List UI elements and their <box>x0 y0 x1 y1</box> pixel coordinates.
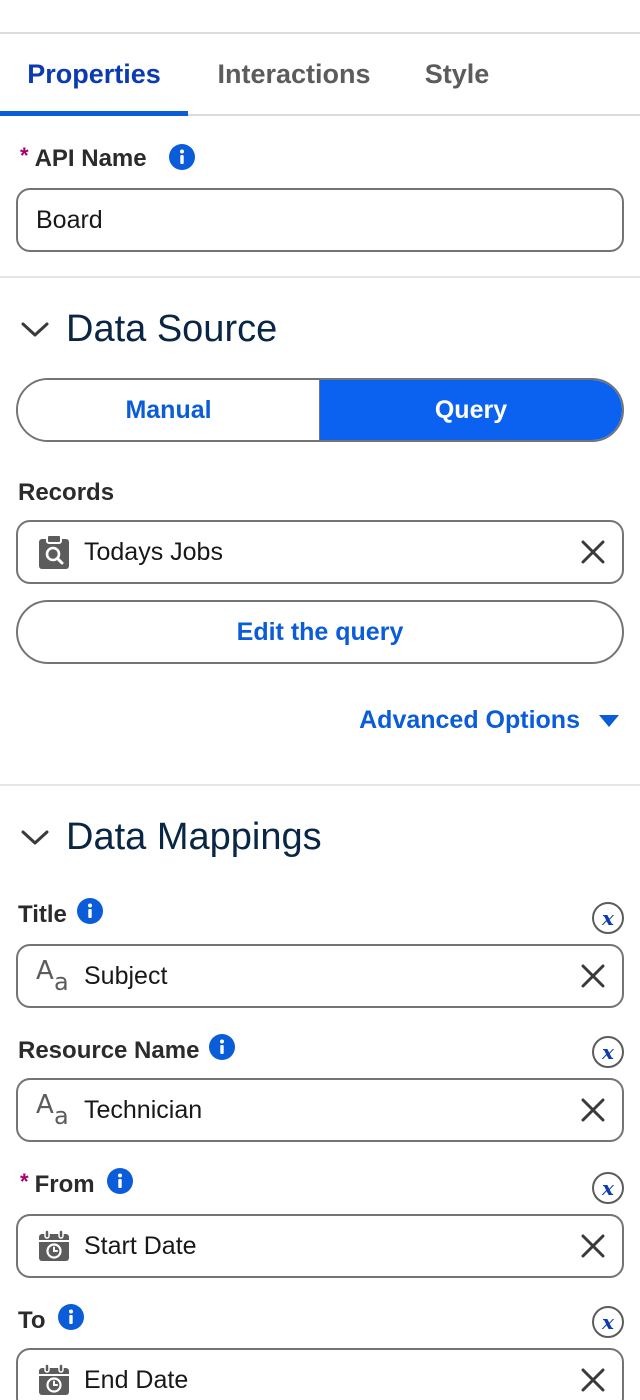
required-marker: * <box>20 1169 29 1194</box>
formula-icon[interactable]: x <box>592 1036 624 1068</box>
title-label: Title <box>18 898 103 932</box>
active-tab-indicator <box>0 111 188 116</box>
section-divider <box>0 276 640 278</box>
data-mappings-header[interactable]: Data Mappings <box>20 814 322 860</box>
formula-icon[interactable]: x <box>592 1306 624 1338</box>
clear-icon[interactable] <box>580 1097 606 1123</box>
text-icon: Aa <box>36 1090 69 1130</box>
resource-name-label: Resource Name <box>18 1034 236 1068</box>
datetime-icon <box>30 1363 78 1397</box>
formula-icon[interactable]: x <box>592 902 624 934</box>
required-marker: * <box>20 143 29 168</box>
info-icon[interactable] <box>106 1168 133 1194</box>
clear-icon[interactable] <box>580 1367 606 1393</box>
manual-button[interactable]: Manual <box>18 380 320 440</box>
section-divider <box>0 784 640 786</box>
advanced-options-link[interactable]: Advanced Options <box>359 706 620 735</box>
clear-icon[interactable] <box>580 963 606 989</box>
info-icon[interactable] <box>209 1034 236 1060</box>
info-icon[interactable] <box>76 898 103 924</box>
api-name-label: * API Name <box>20 142 195 176</box>
from-field[interactable]: Start Date <box>16 1214 624 1278</box>
info-icon[interactable] <box>57 1304 84 1330</box>
formula-icon[interactable]: x <box>592 1172 624 1204</box>
title-field[interactable]: Aa Subject <box>16 944 624 1008</box>
datetime-icon <box>30 1229 78 1263</box>
records-field[interactable]: Todays Jobs <box>16 520 624 584</box>
tab-properties[interactable]: Properties <box>0 34 188 114</box>
edit-query-button[interactable]: Edit the query <box>16 600 624 664</box>
api-name-input[interactable]: Board <box>16 188 624 252</box>
data-source-header[interactable]: Data Source <box>20 306 277 352</box>
from-label: * From <box>20 1168 133 1202</box>
text-icon: Aa <box>36 956 69 996</box>
query-icon <box>30 534 78 570</box>
resource-name-field[interactable]: Aa Technician <box>16 1078 624 1142</box>
to-label: To <box>18 1304 84 1338</box>
chevron-down-icon <box>20 319 50 339</box>
info-icon[interactable] <box>168 144 195 170</box>
clear-icon[interactable] <box>580 539 606 565</box>
data-source-toggle: Manual Query <box>16 378 624 442</box>
tab-bar: Properties Interactions Style <box>0 34 640 116</box>
tab-interactions[interactable]: Interactions <box>202 34 386 114</box>
chevron-down-icon <box>20 827 50 847</box>
triangle-down-icon <box>598 713 620 729</box>
records-label: Records <box>18 479 115 506</box>
tab-style[interactable]: Style <box>410 34 504 114</box>
to-field[interactable]: End Date <box>16 1348 624 1400</box>
query-button[interactable]: Query <box>320 380 622 440</box>
clear-icon[interactable] <box>580 1233 606 1259</box>
